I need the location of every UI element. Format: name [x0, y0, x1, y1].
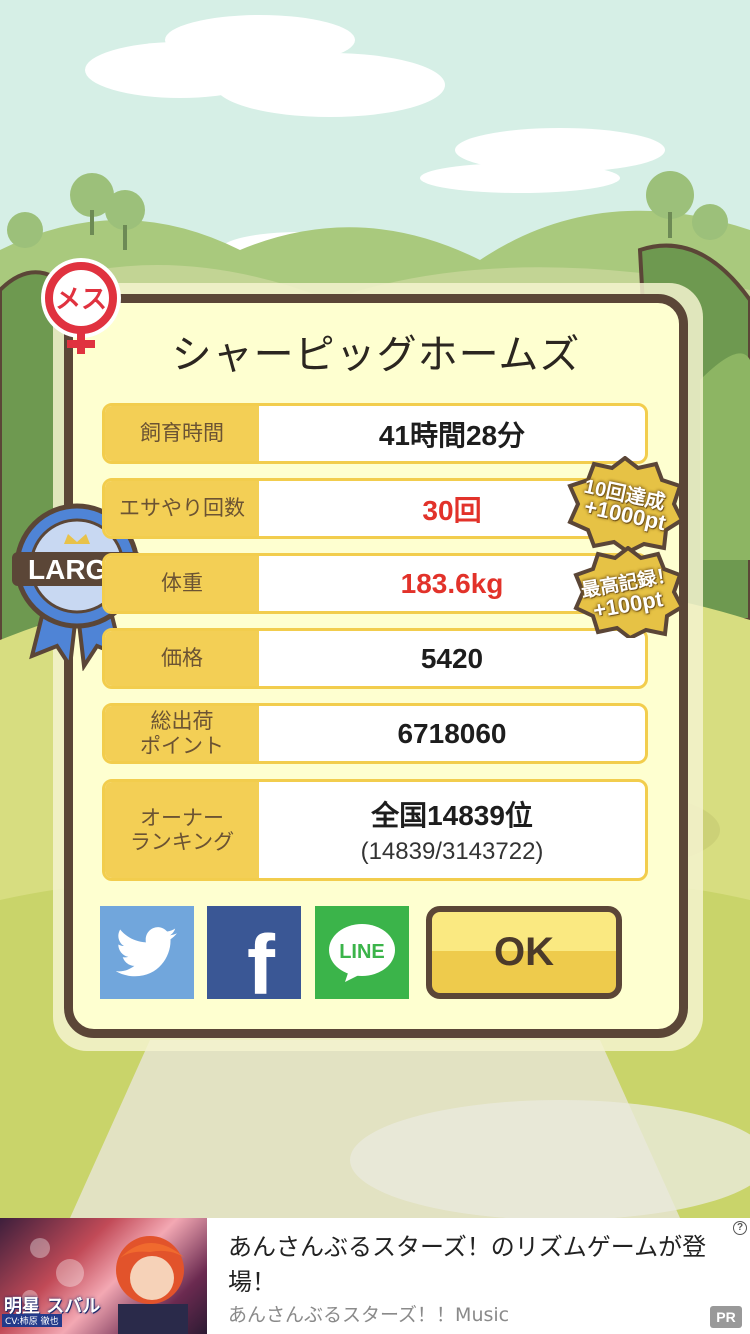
stat-label: オーナー ランキング	[105, 782, 259, 878]
stat-label: 総出荷 ポイント	[105, 706, 259, 761]
stat-value: 41時間28分	[378, 419, 526, 451]
bonus-badge-weight: 最高記録！ +100pt	[572, 546, 684, 638]
stat-label: エサやり回数	[105, 481, 259, 536]
ad-info-icon[interactable]: ?	[733, 1221, 747, 1235]
stat-row-owner-ranking: オーナー ランキング 全国14839位 (14839/3143722)	[102, 779, 648, 881]
ok-button[interactable]: OK	[426, 906, 622, 999]
twitter-share-button[interactable]	[100, 906, 194, 999]
ad-subtitle: あんさんぶるスターズ！！Music	[228, 1304, 510, 1326]
stat-label: 体重	[105, 556, 259, 611]
line-share-button[interactable]: LINE	[315, 906, 409, 999]
female-symbol-icon: メス	[41, 258, 121, 354]
line-icon: LINE	[329, 923, 395, 982]
facebook-f-icon: f	[247, 918, 275, 1012]
facebook-share-button[interactable]: f	[207, 906, 301, 1012]
stat-label: 飼育時間	[105, 406, 259, 461]
stat-value: 6718060	[397, 717, 507, 749]
ad-pr-badge: PR	[710, 1306, 742, 1328]
stat-row-weight: 体重 183.6kg	[102, 553, 648, 614]
ranking-detail: (14839/3143722)	[360, 838, 544, 865]
gender-text: メス	[55, 285, 107, 315]
stat-value: 5420	[420, 642, 484, 674]
stat-row-breeding-time: 飼育時間 41時間28分	[102, 403, 648, 464]
ad-banner[interactable]: 明星 スバル CV:柿原 徹也 あんさんぶるスターズ！のリズムゲームが登場！ あ…	[0, 1218, 750, 1334]
stat-row-total-points: 総出荷 ポイント 6718060	[102, 703, 648, 764]
stat-label: 価格	[105, 631, 259, 686]
ad-thumbnail[interactable]: 明星 スバル CV:柿原 徹也	[0, 1218, 207, 1334]
twitter-bird-icon	[116, 926, 177, 976]
stat-value-group: 全国14839位 (14839/3143722)	[259, 782, 645, 878]
bonus-badge-feed: 10回達成 +1000pt	[566, 456, 684, 552]
ranking-value: 全国14839位	[371, 800, 533, 831]
pig-name-title: シャーピッグホームズ	[171, 332, 581, 378]
line-icon-text: LINE	[339, 941, 385, 963]
ad-thumb-cv: CV:柿原 徹也	[2, 1314, 62, 1327]
stat-row-price: 価格 5420	[102, 628, 648, 689]
ad-title[interactable]: あんさんぶるスターズ！のリズムゲームが登場！	[228, 1230, 718, 1300]
